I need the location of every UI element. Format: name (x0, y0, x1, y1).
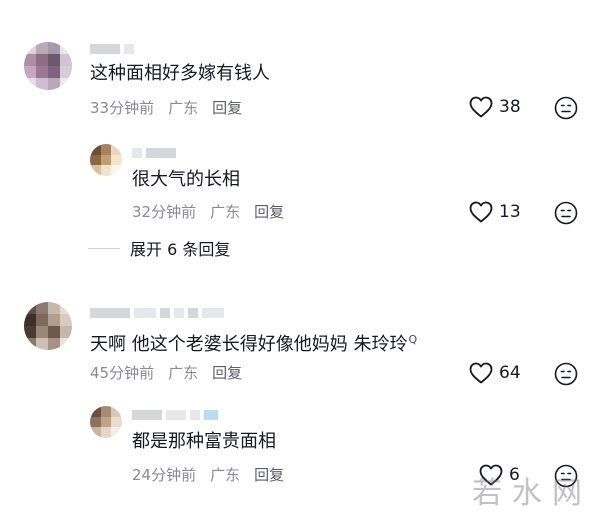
reply-time: 24分钟前 (132, 466, 197, 484)
avatar-pixel (24, 326, 36, 338)
like-button[interactable]: 64 (469, 362, 521, 384)
avatar-pixel (111, 165, 122, 176)
avatar-pixel (48, 54, 60, 66)
watermark: 若水网 (472, 476, 592, 511)
reply-button[interactable]: 回复 (254, 466, 284, 484)
avatar-pixel (36, 78, 48, 90)
search-icon: Q (408, 333, 418, 346)
avatar-pixel (60, 302, 72, 314)
comment-text: 这种面相好多嫁有钱人 (90, 63, 270, 84)
avatar-pixel (60, 326, 72, 338)
avatar-pixel (100, 427, 112, 438)
reply-button[interactable]: 回复 (212, 364, 242, 382)
expand-replies-button[interactable]: 展开 6 条回复 (88, 236, 230, 260)
avatar-pixel (48, 314, 60, 326)
comment-item: 这种面相好多嫁有钱人 33分钟前 广东 回复 38 很大气的长相 32分钟前 广东 回复… (0, 0, 600, 516)
avatar-pixel (24, 338, 36, 350)
avatar-pixel (24, 314, 36, 326)
heart-icon (469, 201, 493, 223)
avatar-pixel (90, 427, 101, 438)
expand-replies-label: 展开 6 条回复 (130, 240, 231, 259)
username[interactable] (90, 306, 224, 320)
avatar-pixel (24, 78, 36, 90)
avatar-pixel (36, 326, 48, 338)
avatar-pixel (36, 54, 48, 66)
avatar-pixel (36, 338, 48, 350)
avatar-pixel (60, 314, 72, 326)
avatar-pixel (48, 42, 60, 54)
like-count: 38 (499, 97, 521, 117)
avatar-pixel (24, 302, 36, 314)
avatar-pixel (48, 326, 60, 338)
avatar-pixel (100, 406, 112, 417)
heart-icon (469, 362, 493, 384)
reply-location: 广东 (210, 203, 241, 221)
reply-time: 32分钟前 (132, 203, 197, 221)
comment-meta: 45分钟前 广东 回复 (90, 363, 242, 383)
heart-icon (469, 96, 493, 118)
avatar-pixel (36, 42, 48, 54)
reply-location: 广东 (210, 466, 241, 484)
reply-username[interactable] (132, 408, 218, 422)
avatar-pixel (48, 338, 60, 350)
comment-text: 天啊 他这个老婆长得好像他妈妈 朱玲玲Q (90, 328, 417, 357)
avatar-pixel (90, 154, 101, 166)
avatar-pixel (48, 78, 60, 90)
avatar-pixel (100, 154, 112, 166)
avatar-pixel (60, 54, 72, 66)
avatar-pixel (111, 416, 122, 428)
divider-line (88, 247, 120, 249)
reply-meta: 24分钟前 广东 回复 (132, 465, 284, 485)
like-button[interactable]: 13 (469, 201, 521, 223)
like-count: 13 (499, 202, 521, 222)
avatar-pixel (36, 314, 48, 326)
avatar-pixel (60, 78, 72, 90)
reply-text: 很大气的长相 (132, 169, 240, 190)
avatar-pixel (24, 42, 36, 54)
comment-text-body: 天啊 他这个老婆长得好像他妈妈 (90, 334, 354, 355)
avatar-pixel (48, 302, 60, 314)
avatar-pixel (111, 406, 122, 417)
avatar-pixel (100, 144, 112, 155)
username[interactable] (90, 42, 134, 56)
avatar[interactable] (24, 42, 72, 90)
reply-button[interactable]: 回复 (212, 99, 242, 117)
comment-time: 45分钟前 (90, 364, 155, 382)
avatar-pixel (24, 66, 36, 78)
comment-time: 33分钟前 (90, 99, 155, 117)
reply-avatar[interactable] (90, 144, 122, 176)
dislike-icon[interactable] (554, 201, 578, 225)
avatar-pixel (111, 144, 122, 155)
reply-button[interactable]: 回复 (254, 203, 284, 221)
avatar-pixel (24, 54, 36, 66)
comment-location: 广东 (168, 99, 199, 117)
reply-meta: 32分钟前 广东 回复 (132, 202, 284, 222)
avatar[interactable] (24, 302, 72, 350)
reply-avatar[interactable] (90, 406, 122, 438)
avatar-pixel (90, 406, 101, 417)
dislike-icon[interactable] (554, 96, 578, 120)
avatar-pixel (36, 66, 48, 78)
avatar-pixel (60, 338, 72, 350)
avatar-pixel (100, 416, 112, 428)
avatar-pixel (36, 302, 48, 314)
avatar-pixel (48, 66, 60, 78)
search-keyword-link[interactable]: 朱玲玲 (353, 334, 407, 355)
avatar-pixel (90, 144, 101, 155)
reply-username[interactable] (132, 146, 176, 160)
like-count: 64 (499, 363, 521, 383)
avatar-pixel (90, 416, 101, 428)
avatar-pixel (111, 154, 122, 166)
comment-location: 广东 (168, 364, 199, 382)
reply-text: 都是那种富贵面相 (132, 431, 276, 452)
avatar-pixel (111, 427, 122, 438)
dislike-icon[interactable] (554, 362, 578, 386)
avatar-pixel (90, 165, 101, 176)
avatar-pixel (100, 165, 112, 176)
like-button[interactable]: 38 (469, 96, 521, 118)
avatar-pixel (60, 42, 72, 54)
comment-meta: 33分钟前 广东 回复 (90, 98, 242, 118)
avatar-pixel (60, 66, 72, 78)
